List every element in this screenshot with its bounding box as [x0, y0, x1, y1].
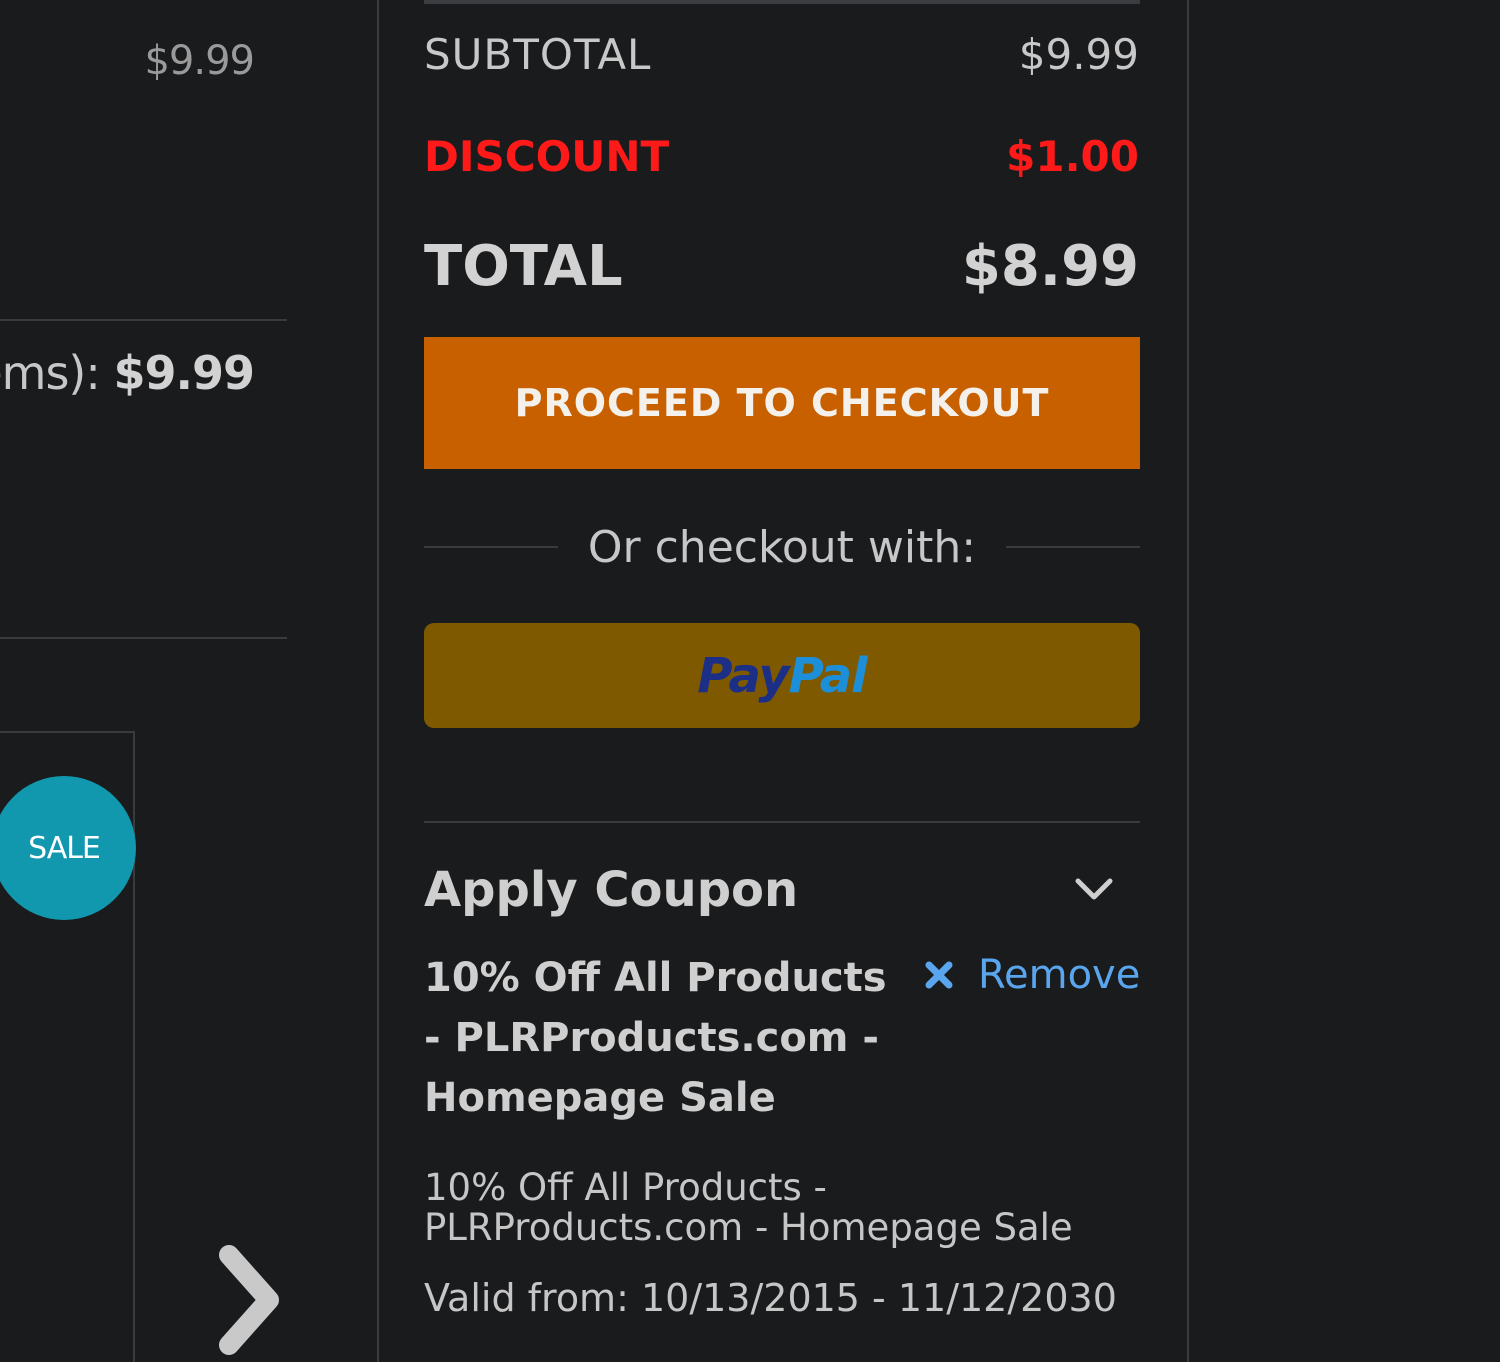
- subtotal-label: SUBTOTAL: [424, 30, 652, 79]
- alt-checkout-separator: Or checkout with:: [424, 512, 1140, 582]
- cart-page: $9.99 ems): $9.99 SALE SUBTOTAL $9.99 DI…: [0, 0, 1500, 1362]
- discount-value: $1.00: [1006, 132, 1139, 181]
- subtotal-row: SUBTOTAL $9.99: [424, 30, 1139, 79]
- coupon-valid-dates: Valid from: 10/13/2015 - 11/12/2030: [424, 1276, 1117, 1320]
- divider: [424, 546, 558, 548]
- chevron-down-icon[interactable]: [1070, 866, 1118, 914]
- chevron-right-icon[interactable]: [207, 1240, 291, 1360]
- discount-label: DISCOUNT: [424, 132, 670, 181]
- divider: [424, 821, 1140, 823]
- close-icon: [922, 958, 956, 992]
- coupon-description: 10% Off All Products - PLRProducts.com -…: [424, 1166, 1073, 1249]
- or-checkout-with-label: Or checkout with:: [587, 521, 977, 573]
- cart-subtotal-label: ems):: [0, 346, 101, 400]
- divider: [0, 637, 287, 639]
- total-value: $8.99: [961, 234, 1139, 299]
- item-price: $9.99: [144, 38, 255, 84]
- cart-subtotal: ems): $9.99: [0, 346, 255, 400]
- paypal-button[interactable]: PayPal: [424, 623, 1140, 728]
- apply-coupon-title: Apply Coupon: [424, 862, 799, 918]
- divider: [424, 0, 1140, 4]
- discount-row: DISCOUNT $1.00: [424, 132, 1139, 181]
- apply-coupon-header[interactable]: Apply Coupon: [424, 862, 1140, 918]
- applied-coupon-name: 10% Off All Products - PLRProducts.com -…: [424, 955, 887, 1121]
- total-row: TOTAL $8.99: [424, 234, 1139, 299]
- cart-subtotal-amount: $9.99: [113, 346, 255, 400]
- proceed-to-checkout-button[interactable]: PROCEED TO CHECKOUT: [424, 337, 1140, 469]
- paypal-logo: PayPal: [697, 647, 867, 704]
- remove-label: Remove: [978, 952, 1141, 998]
- total-label: TOTAL: [424, 234, 623, 299]
- subtotal-value: $9.99: [1018, 30, 1139, 79]
- divider: [1006, 546, 1140, 548]
- remove-coupon-link[interactable]: Remove: [922, 952, 1140, 998]
- divider: [0, 319, 287, 321]
